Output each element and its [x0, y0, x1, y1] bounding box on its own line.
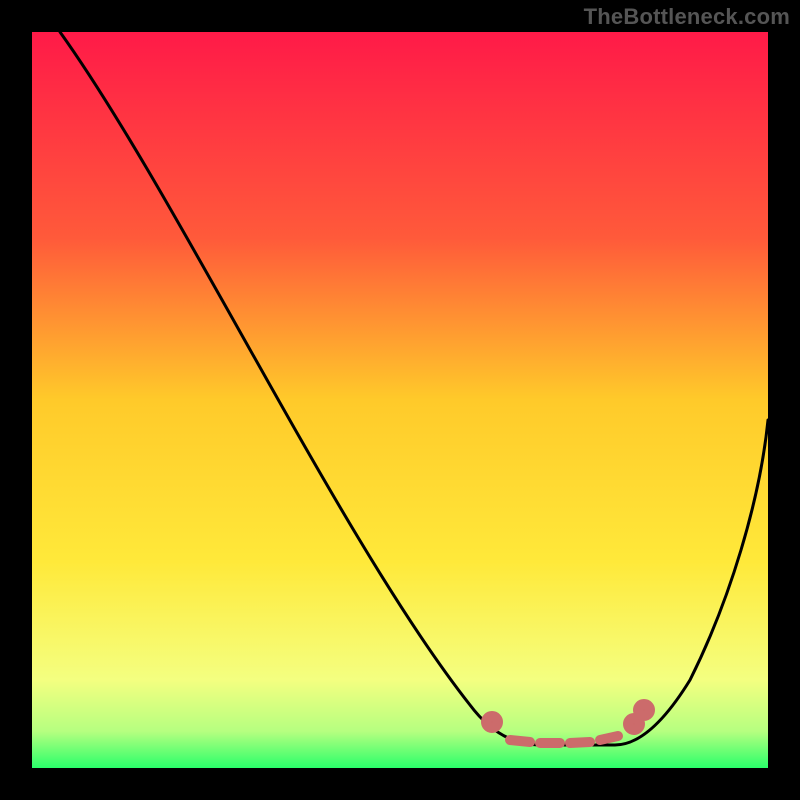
bottleneck-chart — [0, 0, 800, 800]
watermark-text: TheBottleneck.com — [584, 4, 790, 30]
plot-background — [32, 32, 768, 768]
